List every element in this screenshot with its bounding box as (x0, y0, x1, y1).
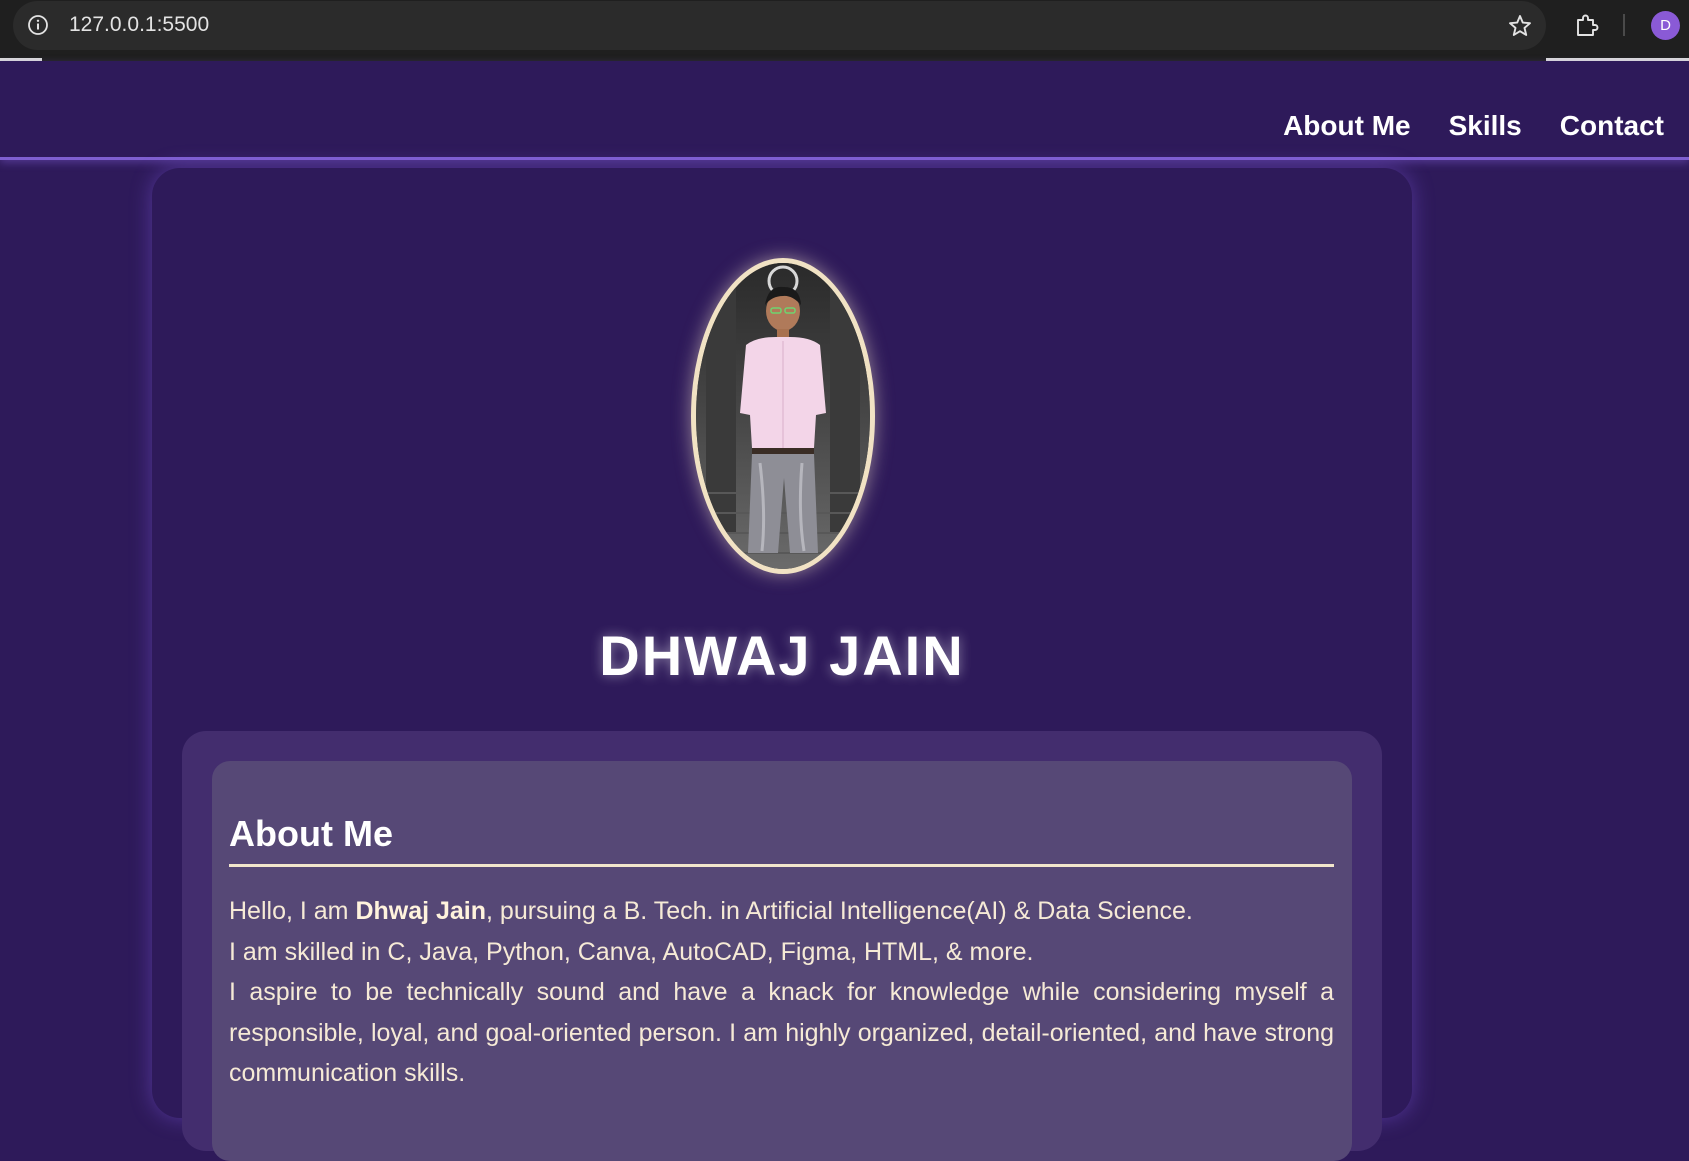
about-skills-line: I am skilled in C, Java, Python, Canva, … (229, 937, 1034, 966)
about-intro-prefix: Hello, I am (229, 897, 356, 925)
about-section: About Me Hello, I am Dhwaj Jain, pursuin… (182, 731, 1382, 1161)
address-bar[interactable]: 127.0.0.1:5500 (13, 1, 1546, 50)
about-intro-suffix: , pursuing a B. Tech. in Artificial Inte… (486, 897, 1193, 925)
bookmark-star-icon[interactable] (1507, 13, 1533, 39)
about-intro-name: Dhwaj Jain (355, 897, 487, 925)
extensions-puzzle-icon[interactable] (1573, 12, 1599, 38)
about-card: About Me Hello, I am Dhwaj Jain, pursuin… (212, 761, 1352, 1161)
toolbar-divider (1623, 14, 1625, 36)
about-heading: About Me (229, 813, 393, 854)
portfolio-page: About Me Skills Contact DHWAJ JAIN About… (0, 61, 1689, 1161)
nav-link-skills[interactable]: Skills (1449, 110, 1522, 142)
profile-card: DHWAJ JAIN About Me Hello, I am Dhwaj Ja… (152, 168, 1412, 1161)
person-photo-illustration (696, 263, 870, 569)
profile-photo (691, 258, 875, 574)
profile-avatar[interactable]: D (1651, 11, 1680, 40)
main-nav: About Me Skills Contact (1283, 110, 1664, 142)
about-text: Hello, I am Dhwaj Jain, pursuing a B. Te… (229, 891, 1334, 1094)
profile-name: DHWAJ JAIN (599, 624, 965, 687)
site-info-icon[interactable] (27, 14, 49, 36)
browser-toolbar: 127.0.0.1:5500 D (0, 0, 1689, 61)
site-header: About Me Skills Contact (0, 61, 1689, 160)
nav-link-about[interactable]: About Me (1283, 110, 1411, 142)
about-divider (229, 864, 1334, 867)
about-aspiration: I aspire to be technically sound and hav… (229, 978, 1334, 1087)
url-text[interactable]: 127.0.0.1:5500 (69, 13, 209, 37)
nav-link-contact[interactable]: Contact (1560, 110, 1664, 142)
